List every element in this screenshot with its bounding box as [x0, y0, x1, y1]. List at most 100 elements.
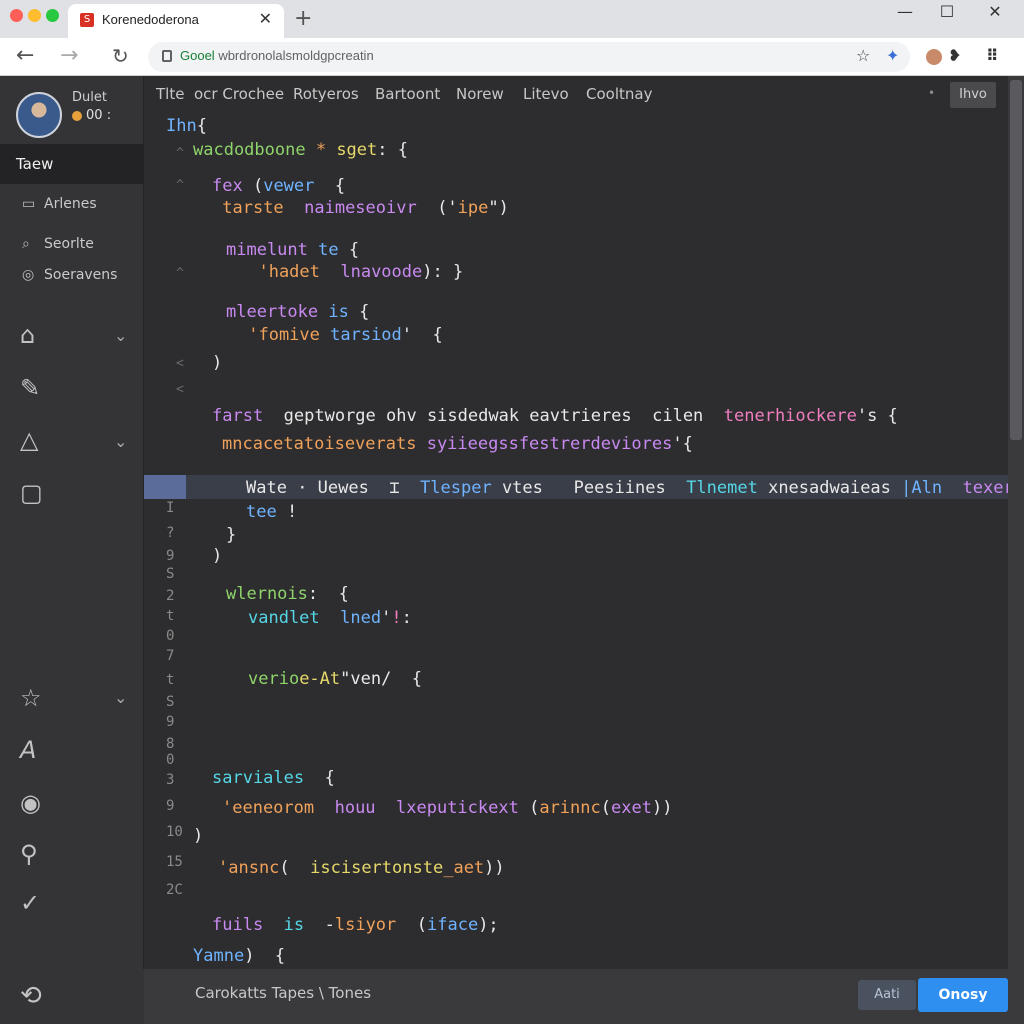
fold-marker-icon[interactable]: ^: [176, 178, 184, 193]
pen-icon[interactable]: ✎: [20, 374, 40, 402]
code-line: mleertoke is {: [226, 302, 369, 322]
menu-item[interactable]: Litevo: [523, 85, 569, 103]
menu-item[interactable]: Bartoont: [375, 85, 440, 103]
code-token: -: [304, 915, 335, 935]
new-tab-button[interactable]: +: [294, 6, 312, 31]
line-number: 10: [166, 824, 183, 840]
sidebar-item-active[interactable]: Taew: [0, 144, 143, 184]
code-token: (: [396, 915, 427, 935]
code-token: vandlet: [248, 608, 320, 628]
line-number: 3: [166, 772, 175, 788]
search-icon[interactable]: ⚲: [20, 840, 38, 868]
menu-item[interactable]: Tlte: [156, 85, 184, 103]
code-token: xnesadwaieas: [757, 478, 891, 498]
triangle-icon[interactable]: △: [20, 426, 38, 454]
code-token: texer: [942, 478, 1014, 498]
forward-arrow-icon[interactable]: →: [60, 43, 78, 68]
code-token: verio: [248, 669, 300, 689]
maximize-window-dot[interactable]: [46, 9, 59, 22]
sidebar-item-label: Taew: [16, 155, 54, 173]
code-token: tee: [246, 502, 277, 522]
square-icon[interactable]: ▢: [20, 479, 43, 507]
code-token: 'eeneorom: [222, 798, 315, 818]
primary-button[interactable]: Onosy: [918, 978, 1008, 1012]
close-button[interactable]: ✕: [980, 2, 1010, 21]
chevron-down-icon[interactable]: ⌄: [114, 326, 127, 345]
record-icon[interactable]: ◉: [20, 789, 41, 817]
close-window-dot[interactable]: [10, 9, 23, 22]
sidebar-item-seorlte[interactable]: ⌕ Seorlte: [22, 236, 94, 252]
code-line: mncacetatoiseverats syiieegssfestrerdevi…: [222, 434, 693, 454]
chat-icon[interactable]: ❥: [948, 46, 961, 65]
chevron-down-icon[interactable]: ⌄: [114, 688, 127, 707]
sidebar-item-arlenes[interactable]: ▭ Arlenes: [22, 196, 97, 212]
code-line: 'ansnc( iscisertonste_aet)): [218, 858, 505, 878]
chevron-down-icon[interactable]: ⌄: [114, 432, 127, 451]
code-token: naimeseoivr: [283, 198, 417, 218]
code-line: wlernois: {: [226, 584, 349, 604]
code-token: !: [276, 502, 298, 522]
browser-tab[interactable]: S Korenedoderona ✕: [68, 4, 284, 38]
minimize-button[interactable]: —: [890, 2, 920, 21]
bookmark-star-icon[interactable]: ☆: [856, 46, 870, 65]
apps-grid-icon[interactable]: ⠿: [986, 46, 999, 65]
star-icon[interactable]: ☆: [20, 684, 42, 712]
fold-marker-icon[interactable]: <: [176, 382, 184, 397]
code-token: 's {: [856, 406, 898, 426]
menu-item[interactable]: ocr Crochee: [194, 85, 284, 103]
refresh-icon[interactable]: ⟲: [20, 981, 42, 1011]
code-line: Wate · Uewes ⌶ Tlesper vtes Peesiines Tl…: [246, 478, 1024, 498]
code-token: fuils: [212, 915, 264, 935]
line-number: 9: [166, 714, 175, 730]
reload-icon[interactable]: ↻: [112, 44, 129, 68]
home-icon[interactable]: ⌂: [20, 321, 35, 349]
minimize-window-dot[interactable]: [28, 9, 41, 22]
code-token: : {: [307, 584, 349, 604]
code-token: iface: [427, 915, 479, 935]
menu-item[interactable]: Rotyeros: [293, 85, 359, 103]
restore-button[interactable]: ☐: [932, 2, 962, 21]
profile-avatar-icon[interactable]: [926, 49, 942, 65]
code-token: lned: [319, 608, 382, 628]
code-token: "ven/: [340, 669, 392, 689]
menu-item[interactable]: Cooltnay: [586, 85, 652, 103]
code-token: e-At: [299, 669, 341, 689]
tab-close-icon[interactable]: ✕: [259, 9, 272, 28]
scrollbar-thumb[interactable]: [1010, 80, 1022, 440]
sidebar-item-label: Arlenes: [44, 196, 97, 212]
code-token: exet: [611, 798, 652, 818]
check-icon[interactable]: ✓: [20, 889, 40, 917]
code-line: 'hadet lnavoode): }: [238, 262, 463, 282]
back-arrow-icon[interactable]: ←: [16, 43, 34, 68]
menu-dot: •: [928, 86, 936, 100]
code-token: ⌶: [368, 478, 421, 498]
script-icon[interactable]: A: [20, 736, 36, 764]
code-token: geptworge ohv sisdedwak eavtrieres cilen: [263, 406, 724, 426]
fold-marker-icon[interactable]: ^: [176, 266, 184, 281]
line-number: ?: [166, 525, 175, 541]
secondary-button[interactable]: Aati: [858, 980, 916, 1010]
avatar[interactable]: [16, 92, 62, 138]
lock-icon: [162, 50, 172, 62]
sidebar-item-soeravens[interactable]: ◎ Soeravens: [22, 267, 117, 283]
fold-marker-icon[interactable]: ^: [176, 146, 184, 161]
code-token: '{: [672, 434, 693, 454]
address-bar[interactable]: Gooel wbrdronolalsmoldgpcreatin ☆ ✦: [148, 42, 910, 72]
status-dot-icon: [72, 110, 82, 121]
code-token: ): }: [422, 262, 464, 282]
code-token: te: [307, 240, 339, 260]
menu-button[interactable]: Ihvo: [950, 82, 996, 108]
menu-item[interactable]: Norew: [456, 85, 504, 103]
extension-icon[interactable]: ✦: [886, 46, 899, 65]
code-token: lxeputickext: [375, 798, 519, 818]
code-token: is: [263, 915, 305, 935]
tag-icon: ⌕: [22, 236, 30, 252]
code-token: {: [391, 669, 423, 689]
code-token: ' {: [401, 325, 443, 345]
code-token: (: [518, 798, 540, 818]
line-number: t: [166, 672, 175, 688]
code-token: fex: [212, 176, 243, 196]
code-token: tarsiod: [319, 325, 402, 345]
fold-marker-icon[interactable]: <: [176, 356, 184, 371]
code-token: );: [478, 915, 499, 935]
